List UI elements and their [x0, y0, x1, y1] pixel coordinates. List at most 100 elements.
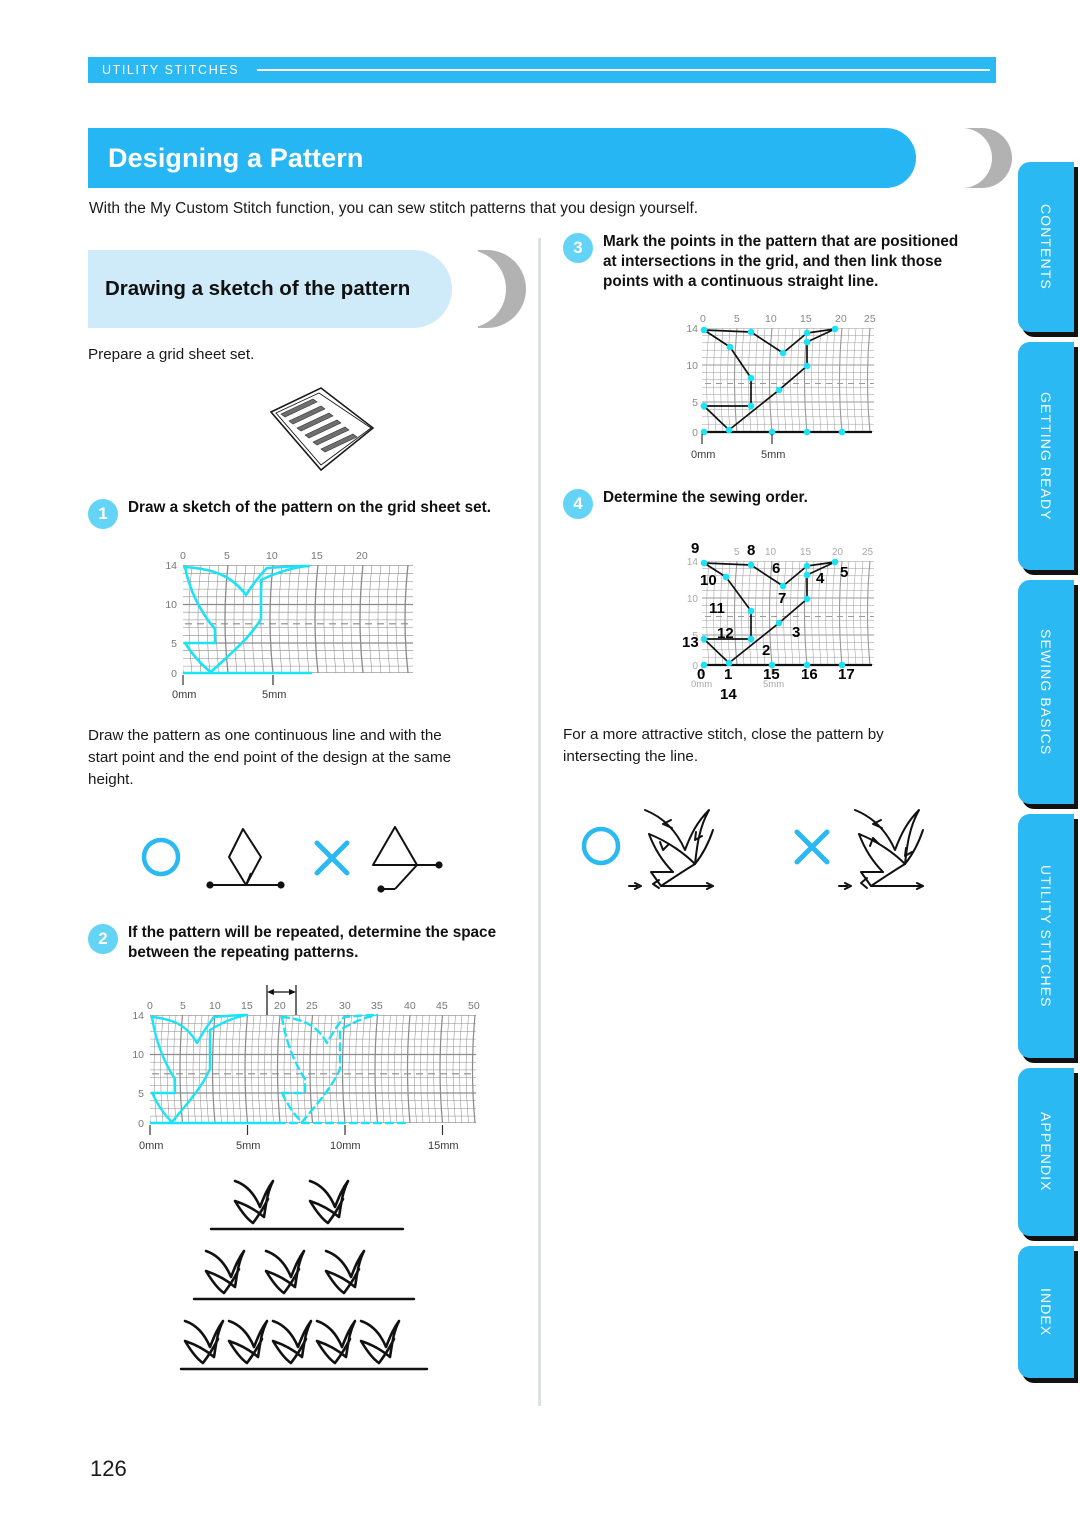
grid-sheet-icon — [269, 387, 375, 472]
svg-text:25: 25 — [864, 313, 876, 325]
running-header-rule — [257, 69, 990, 71]
ng-cross-icon — [314, 840, 350, 876]
svg-text:5: 5 — [840, 564, 848, 581]
side-tab-navigation[interactable]: CONTENTS GETTING READY SEWING BASICS UTI… — [1018, 162, 1080, 1388]
svg-text:5: 5 — [692, 397, 698, 409]
svg-text:5: 5 — [171, 638, 177, 650]
step-3-text: Mark the points in the pattern that are … — [603, 233, 959, 290]
svg-text:9: 9 — [691, 540, 699, 557]
stitch-row-medium — [192, 1249, 416, 1301]
svg-text:10: 10 — [165, 599, 177, 611]
chart-repeat-grid: 05 10 15 20 25 30 35 40 45 50 14 10 50 0… — [118, 975, 518, 1155]
svg-text:35: 35 — [371, 1000, 383, 1012]
good-stitch-figure — [628, 808, 714, 890]
step-4-text: Determine the sewing order. — [603, 488, 808, 506]
svg-text:10: 10 — [686, 360, 698, 372]
manual-page: UTILITY STITCHES Designing a Pattern Wit… — [0, 0, 1080, 1526]
svg-text:1: 1 — [724, 666, 732, 683]
side-tab-label: APPENDIX — [1038, 1112, 1054, 1192]
chapter-title-bar: Designing a Pattern — [88, 128, 916, 188]
left-column: Drawing a sketch of the pattern Prepare … — [88, 250, 528, 1375]
ng-cross-icon-2 — [794, 829, 830, 865]
side-tab-sewing-basics[interactable]: SEWING BASICS — [1018, 580, 1074, 804]
side-tab-label: INDEX — [1038, 1287, 1054, 1337]
svg-text:45: 45 — [436, 1000, 448, 1012]
side-tab-utility-stitches[interactable]: UTILITY STITCHES — [1018, 814, 1074, 1058]
svg-text:0: 0 — [697, 666, 705, 683]
svg-text:14: 14 — [132, 1010, 144, 1022]
svg-text:2: 2 — [762, 642, 770, 659]
svg-text:5: 5 — [138, 1088, 144, 1100]
step-1-badge: 1 — [88, 499, 118, 530]
step-4-badge: 4 — [563, 488, 593, 519]
svg-text:20: 20 — [356, 550, 368, 562]
svg-text:0mm: 0mm — [172, 689, 196, 701]
side-tab-contents[interactable]: CONTENTS — [1018, 162, 1074, 332]
svg-text:13: 13 — [682, 634, 699, 651]
svg-text:20: 20 — [835, 313, 847, 325]
svg-text:5mm: 5mm — [761, 449, 785, 461]
page-number: 126 — [90, 1456, 127, 1481]
svg-text:10mm: 10mm — [330, 1140, 361, 1152]
ok-circle-icon-2 — [581, 826, 621, 865]
step-1: 1 Draw a sketch of the pattern on the gr… — [88, 498, 528, 530]
continuous-line-note: Draw the pattern as one continuous line … — [88, 727, 452, 789]
closing-note: For a more attractive stitch, close the … — [563, 725, 884, 765]
grid-sheet-figure — [88, 384, 528, 476]
svg-text:5: 5 — [734, 313, 740, 325]
stitch-sample-rows — [88, 1173, 528, 1375]
side-tab-index[interactable]: INDEX — [1018, 1246, 1074, 1378]
chart-points-grid-wrapper: 0 5 10 15 20 25 14 10 5 0 0mm 5mm — [563, 306, 1003, 466]
chapter-title-group: Designing a Pattern — [88, 128, 1012, 188]
step-3-badge: 3 — [563, 233, 593, 263]
prepare-text: Prepare a grid sheet set. — [88, 346, 255, 363]
stitch-row-sparse — [209, 1179, 405, 1231]
side-tab-getting-ready[interactable]: GETTING READY — [1018, 342, 1074, 570]
svg-text:12: 12 — [717, 625, 734, 642]
svg-text:6: 6 — [772, 560, 780, 577]
svg-text:0: 0 — [147, 1000, 153, 1012]
stitch-row-dense — [179, 1319, 429, 1371]
column-divider — [538, 238, 541, 1406]
bad-stitch-figure — [838, 808, 924, 890]
step-2: 2 If the pattern will be repeated, deter… — [88, 923, 528, 963]
svg-text:5mm: 5mm — [262, 689, 286, 701]
svg-text:5: 5 — [734, 547, 740, 558]
svg-text:5: 5 — [224, 550, 230, 562]
svg-text:16: 16 — [801, 666, 818, 683]
step-2-badge: 2 — [88, 924, 118, 955]
svg-text:10: 10 — [266, 550, 278, 562]
step-2-text: If the pattern will be repeated, determi… — [128, 924, 497, 961]
intro-paragraph: With the My Custom Stitch function, you … — [89, 200, 699, 217]
side-tab-label: CONTENTS — [1038, 204, 1054, 290]
ok-circle-icon — [141, 837, 181, 877]
chart-sketch-grid: 0 5 10 15 20 14 10 5 0 0mm 5mm — [143, 543, 473, 703]
svg-text:14: 14 — [165, 560, 177, 572]
svg-text:0mm: 0mm — [139, 1140, 163, 1152]
running-header-label: UTILITY STITCHES — [102, 63, 240, 77]
section-heading-bar: Drawing a sketch of the pattern — [88, 250, 452, 328]
chart-sewing-order-wrapper: 5 10 15 20 25 14 10 50 0mm 5mm 9 8 6 5 4… — [563, 533, 1003, 708]
side-tab-appendix[interactable]: APPENDIX — [1018, 1068, 1074, 1236]
page-title: Designing a Pattern — [108, 142, 364, 173]
chart-sketch-grid-wrapper: 0 5 10 15 20 14 10 5 0 0mm 5mm — [88, 543, 528, 703]
svg-text:30: 30 — [339, 1000, 351, 1012]
svg-text:15: 15 — [763, 666, 780, 683]
svg-text:14: 14 — [686, 323, 698, 335]
svg-text:10: 10 — [765, 547, 777, 558]
running-header: UTILITY STITCHES — [88, 57, 996, 83]
svg-text:40: 40 — [404, 1000, 416, 1012]
ok-ng-comparison-stitch — [563, 788, 1003, 908]
svg-text:15mm: 15mm — [428, 1140, 459, 1152]
step-4: 4 Determine the sewing order. — [563, 488, 1003, 519]
svg-text:0: 0 — [171, 668, 177, 680]
title-blob-white — [926, 128, 992, 188]
sketch-pattern-path — [182, 564, 313, 675]
chart-repeat-grid-wrapper: 05 10 15 20 25 30 35 40 45 50 14 10 50 0… — [88, 975, 528, 1155]
chart-points-grid: 0 5 10 15 20 25 14 10 5 0 0mm 5mm — [668, 306, 898, 466]
svg-text:10: 10 — [687, 594, 699, 605]
bad-pattern-figure — [372, 826, 443, 893]
side-tab-label: SEWING BASICS — [1038, 628, 1054, 756]
svg-text:10: 10 — [765, 313, 777, 325]
svg-text:0: 0 — [138, 1118, 144, 1130]
